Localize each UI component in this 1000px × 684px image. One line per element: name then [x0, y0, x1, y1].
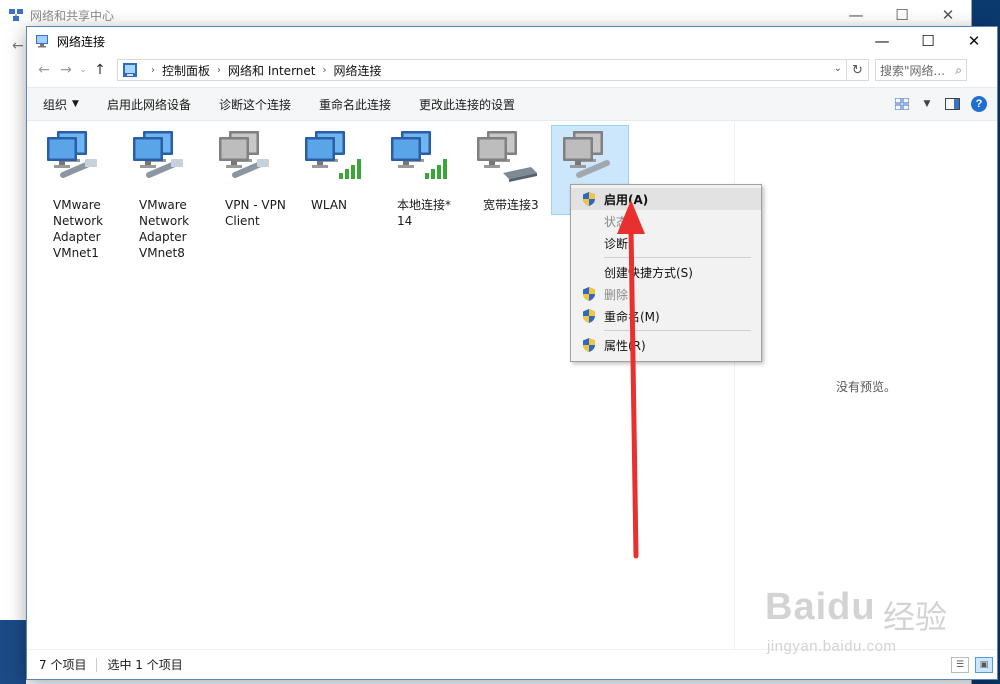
menu-item-label: 创建快捷方式(S): [604, 265, 693, 280]
wlan-signal-icon: [305, 131, 361, 179]
help-icon[interactable]: ?: [971, 96, 987, 112]
menu-item-label: 重命名(M): [604, 309, 660, 324]
connection-iconbox: [295, 125, 373, 189]
address-bar[interactable]: › 控制面板 › 网络和 Internet › 网络连接 ⌄: [117, 59, 847, 81]
connection-item[interactable]: 本地连接* 14: [381, 125, 459, 265]
rename-button[interactable]: 重命名此连接: [319, 96, 391, 113]
menu-item[interactable]: 诊断: [571, 232, 761, 254]
address-bar-row: ← → ⌄ ↑ › 控制面板 › 网络和 Internet › 网络连接 ⌄ ↻…: [27, 55, 997, 85]
disabled-adapter-icon: [563, 131, 610, 178]
organize-button[interactable]: 组织 ▼: [43, 96, 79, 113]
close-button[interactable]: ✕: [951, 27, 997, 55]
connection-iconbox: [553, 125, 631, 189]
connection-label: VPN - VPN Client: [225, 198, 286, 228]
status-separator: [96, 657, 98, 672]
menu-item: 删除: [571, 283, 761, 305]
connection-item[interactable]: VMware Network Adapter VMnet1: [37, 125, 115, 265]
vpn-connection-icon: [219, 131, 269, 178]
search-placeholder: 搜索"网络...: [880, 63, 945, 78]
menu-item-label: 属性(R): [604, 338, 646, 353]
uac-shield-icon: [583, 287, 595, 301]
refresh-icon[interactable]: ↻: [847, 59, 869, 81]
connection-iconbox: [123, 125, 201, 189]
connection-label: 本地连接* 14: [397, 198, 452, 228]
uac-shield-icon: [583, 309, 595, 323]
search-box[interactable]: 搜索"网络... ⌕: [875, 59, 967, 81]
connection-item[interactable]: WLAN: [295, 125, 373, 265]
breadcrumb-sep-root: ›: [151, 64, 155, 76]
connection-label: 宽带连接3: [483, 198, 539, 212]
connection-label: VMware Network Adapter VMnet8: [139, 198, 190, 260]
menu-item[interactable]: 属性(R): [571, 334, 761, 356]
item-count: 7 个项目: [39, 658, 87, 672]
back-arrow-icon[interactable]: ←: [33, 59, 55, 81]
up-arrow-icon[interactable]: ↑: [89, 59, 111, 81]
command-bar: 组织 ▼ 启用此网络设备 诊断这个连接 重命名此连接 更改此连接的设置 ▼ ?: [27, 87, 997, 121]
watermark-logo: Baidu: [765, 586, 876, 628]
view-options-icon[interactable]: [891, 94, 913, 114]
desktop-strip: [0, 620, 26, 684]
back-window-title: 网络和共享中心: [30, 8, 115, 23]
breadcrumb-network-internet[interactable]: 网络和 Internet: [228, 62, 315, 79]
network-adapter-icon: [133, 131, 183, 178]
change-settings-button[interactable]: 更改此连接的设置: [419, 96, 515, 113]
menu-item[interactable]: 重命名(M): [571, 305, 761, 327]
breadcrumb-sep: ›: [217, 64, 222, 76]
menu-item-label: 启用(A): [604, 192, 649, 207]
selected-count: 选中 1 个项目: [107, 658, 183, 672]
diagnose-button[interactable]: 诊断这个连接: [219, 96, 291, 113]
connection-item[interactable]: VPN - VPN Client: [209, 125, 287, 265]
breadcrumb-sep: ›: [322, 64, 327, 76]
connection-item[interactable]: VMware Network Adapter VMnet8: [123, 125, 201, 265]
connection-iconbox: [209, 125, 287, 189]
preview-pane: 没有预览。: [735, 123, 997, 650]
maximize-button[interactable]: ☐: [905, 27, 951, 55]
menu-separator: [604, 257, 751, 258]
control-panel-icon: [123, 63, 137, 77]
back-window-back-arrow-icon[interactable]: ←: [12, 38, 24, 54]
uac-shield-icon: [583, 192, 595, 206]
enable-device-button[interactable]: 启用此网络设备: [107, 96, 191, 113]
watermark-url: jingyan.baidu.com: [767, 638, 897, 655]
search-icon[interactable]: ⌕: [955, 63, 962, 78]
titlebar: 网络连接 — ☐ ✕: [27, 27, 997, 55]
organize-label: 组织: [43, 97, 68, 112]
network-adapter-icon: [47, 131, 97, 178]
forward-arrow-icon[interactable]: →: [55, 59, 77, 81]
content-area: VMware Network Adapter VMnet1 VMware Net…: [27, 123, 999, 650]
watermark-cn: 经验: [883, 598, 948, 636]
caret-down-icon: ▼: [72, 99, 79, 109]
wlan-signal-icon: [391, 131, 447, 179]
connection-iconbox: [381, 125, 459, 189]
recent-chevron-icon[interactable]: ⌄: [77, 59, 89, 81]
uac-shield-icon: [583, 338, 595, 352]
network-sharing-center-icon: [9, 9, 23, 21]
menu-item-label: 状态: [604, 214, 629, 229]
connection-label: WLAN: [311, 198, 348, 212]
address-dropdown-icon[interactable]: ⌄: [834, 63, 842, 74]
connection-iconbox: [467, 125, 545, 189]
window-title: 网络连接: [57, 34, 106, 49]
connection-iconbox: [37, 125, 115, 189]
broadband-modem-icon: [477, 131, 537, 182]
menu-item: 状态: [571, 210, 761, 232]
preview-text: 没有预览。: [835, 380, 896, 394]
menu-item-label: 删除: [604, 287, 629, 302]
menu-separator: [604, 330, 751, 331]
watermark: Baidu 经验 jingyan.baidu.com: [765, 578, 995, 678]
menu-item-label: 诊断: [604, 236, 629, 251]
minimize-button[interactable]: —: [859, 27, 905, 55]
connection-label: VMware Network Adapter VMnet1: [53, 198, 104, 260]
preview-pane-icon[interactable]: [941, 94, 963, 114]
view-dropdown-icon[interactable]: ▼: [921, 94, 933, 114]
context-menu: 启用(A) 状态诊断创建快捷方式(S) 删除 重命名(M) 属性(R): [570, 184, 762, 362]
connection-item[interactable]: 宽带连接3: [467, 125, 545, 265]
breadcrumb-network-connections[interactable]: 网络连接: [333, 62, 381, 79]
menu-item[interactable]: 启用(A): [571, 188, 761, 210]
network-connections-icon: [36, 35, 48, 48]
menu-item[interactable]: 创建快捷方式(S): [571, 261, 761, 283]
breadcrumb-control-panel[interactable]: 控制面板: [162, 62, 210, 79]
